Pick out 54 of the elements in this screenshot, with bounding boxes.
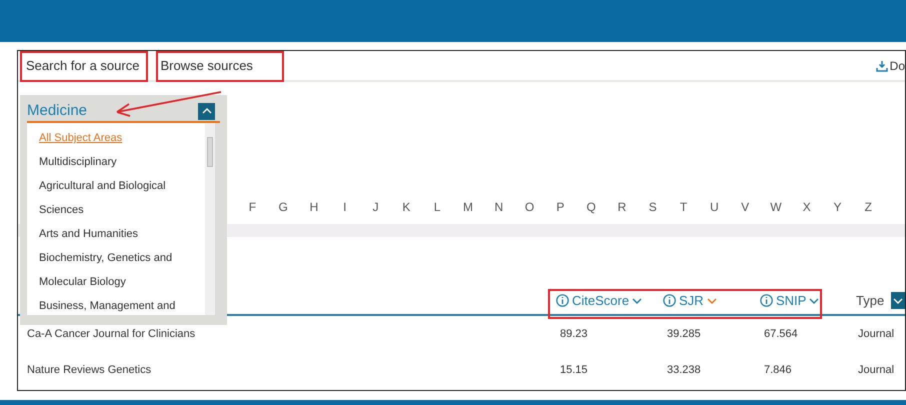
source-tab[interactable]: Search for a source — [26, 56, 140, 76]
letter-link[interactable]: N — [483, 198, 514, 216]
download-icon — [876, 60, 888, 72]
letter-link[interactable]: X — [791, 198, 822, 216]
subject-option[interactable]: Agricultural and Biological Sciences — [39, 174, 199, 222]
letter-link[interactable]: K — [390, 198, 422, 216]
letter-link[interactable]: Z — [852, 198, 884, 216]
info-icon — [760, 294, 773, 307]
column-header[interactable]: CiteScore — [572, 290, 630, 310]
download-link[interactable]: Do — [876, 56, 905, 74]
table-cell: 67.564 — [764, 328, 798, 340]
letter-link[interactable]: T — [668, 198, 699, 216]
sort-chevron-icon — [706, 298, 717, 304]
subject-option[interactable]: Biochemistry, Genetics and Molecular Biology — [39, 246, 199, 294]
column-header[interactable]: Type — [856, 290, 884, 310]
table-cell: 33.238 — [667, 364, 701, 376]
letter-link[interactable]: V — [730, 198, 761, 216]
type-filter-button[interactable] — [891, 292, 905, 309]
column-header[interactable]: SNIP — [776, 290, 806, 310]
letter-link[interactable]: G — [268, 198, 299, 216]
letter-link[interactable]: S — [637, 198, 668, 216]
collapse-button[interactable] — [198, 102, 215, 120]
info-icon — [663, 294, 676, 307]
subject-option[interactable]: Business, Management and — [39, 294, 199, 315]
column-header[interactable]: SJR — [679, 290, 704, 310]
source-title: Ca-A Cancer Journal for Clinicians — [27, 328, 196, 340]
letter-link[interactable]: Y — [822, 198, 853, 216]
table-cell: 89.23 — [560, 328, 588, 340]
source-tab[interactable]: Browse sources — [160, 56, 253, 76]
sort-chevron-icon — [809, 298, 820, 304]
letter-link[interactable]: F — [237, 198, 268, 216]
letter-link[interactable]: U — [698, 198, 730, 216]
sort-chevron-icon — [632, 298, 642, 304]
letter-link[interactable]: J — [360, 198, 391, 216]
info-icon — [556, 294, 569, 307]
table-cell: Journal — [858, 328, 894, 340]
table-cell: 15.15 — [560, 364, 588, 376]
table-cell: 7.846 — [764, 364, 792, 376]
chevron-icon — [893, 298, 904, 304]
table-cell: Journal — [858, 364, 894, 376]
letter-link[interactable]: L — [422, 198, 453, 216]
table-cell: 39.285 — [667, 328, 701, 340]
subject-option[interactable]: Multidisciplinary — [39, 150, 199, 174]
letter-link[interactable]: W — [760, 198, 792, 216]
letter-link[interactable]: M — [452, 198, 484, 216]
letter-link[interactable]: I — [329, 198, 360, 216]
letter-link[interactable]: H — [298, 198, 330, 216]
letter-link[interactable]: O — [514, 198, 545, 216]
chevron-icon — [202, 108, 212, 114]
letter-link[interactable]: R — [606, 198, 638, 216]
letter-link[interactable]: P — [544, 198, 576, 216]
source-title: Nature Reviews Genetics — [27, 364, 152, 376]
letter-link[interactable]: Q — [576, 198, 607, 216]
subject-option[interactable]: Arts and Humanities — [39, 222, 199, 246]
